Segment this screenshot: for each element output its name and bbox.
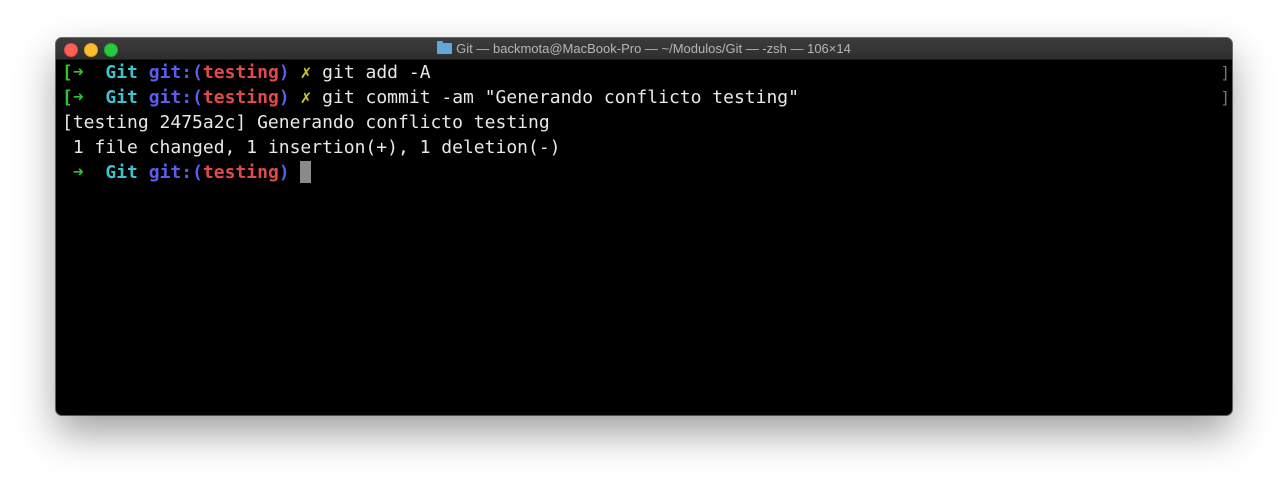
prompt-git-label: git:( bbox=[148, 162, 203, 183]
window-title: Git — backmota@MacBook-Pro — ~/Modulos/G… bbox=[456, 41, 851, 56]
prompt-bracket-marker: [ bbox=[62, 87, 73, 108]
dirty-indicator-icon: ✗ bbox=[300, 62, 312, 83]
title-bar[interactable]: Git — backmota@MacBook-Pro — ~/Modulos/G… bbox=[56, 38, 1232, 60]
prompt-bracket-marker: [ bbox=[62, 62, 73, 83]
prompt-arrow-icon: ➜ bbox=[72, 87, 84, 108]
current-prompt-line[interactable]: ➜ Git git:(testing) bbox=[62, 160, 312, 185]
output-line: [testing 2475a2c] Generando conflicto te… bbox=[62, 112, 550, 133]
prompt-git-close: ) bbox=[278, 62, 290, 83]
prompt-directory: Git bbox=[105, 62, 138, 83]
dirty-indicator-icon: ✗ bbox=[300, 87, 312, 108]
prompt-git-close: ) bbox=[278, 162, 290, 183]
prompt-branch: testing bbox=[202, 162, 279, 183]
text-cursor[interactable] bbox=[300, 161, 312, 183]
prompt-branch: testing bbox=[202, 87, 279, 108]
terminal-line: [➜ Git git:(testing) ✗ git add -A bbox=[62, 60, 431, 85]
prompt-directory: Git bbox=[105, 87, 138, 108]
terminal-window: Git — backmota@MacBook-Pro — ~/Modulos/G… bbox=[56, 38, 1232, 415]
terminal-content[interactable]: [➜ Git git:(testing) ✗ git add -A ] [➜ G… bbox=[56, 60, 1232, 415]
right-bracket-marker: ] bbox=[1220, 88, 1230, 107]
prompt-git-label: git:( bbox=[148, 87, 203, 108]
prompt-branch: testing bbox=[202, 62, 279, 83]
output-line: 1 file changed, 1 insertion(+), 1 deleti… bbox=[62, 137, 561, 158]
prompt-arrow-icon: ➜ bbox=[72, 62, 84, 83]
prompt-arrow-icon: ➜ bbox=[72, 162, 84, 183]
prompt-git-label: git:( bbox=[148, 62, 203, 83]
prompt-git-close: ) bbox=[278, 87, 290, 108]
prompt-directory: Git bbox=[105, 162, 138, 183]
command-text: git add -A bbox=[322, 62, 431, 83]
window-title-container: Git — backmota@MacBook-Pro — ~/Modulos/G… bbox=[56, 38, 1232, 59]
folder-icon bbox=[437, 41, 453, 54]
command-text: git commit -am "Generando conflicto test… bbox=[322, 87, 799, 108]
terminal-line: [➜ Git git:(testing) ✗ git commit -am "G… bbox=[62, 85, 799, 110]
right-bracket-marker: ] bbox=[1220, 63, 1230, 82]
